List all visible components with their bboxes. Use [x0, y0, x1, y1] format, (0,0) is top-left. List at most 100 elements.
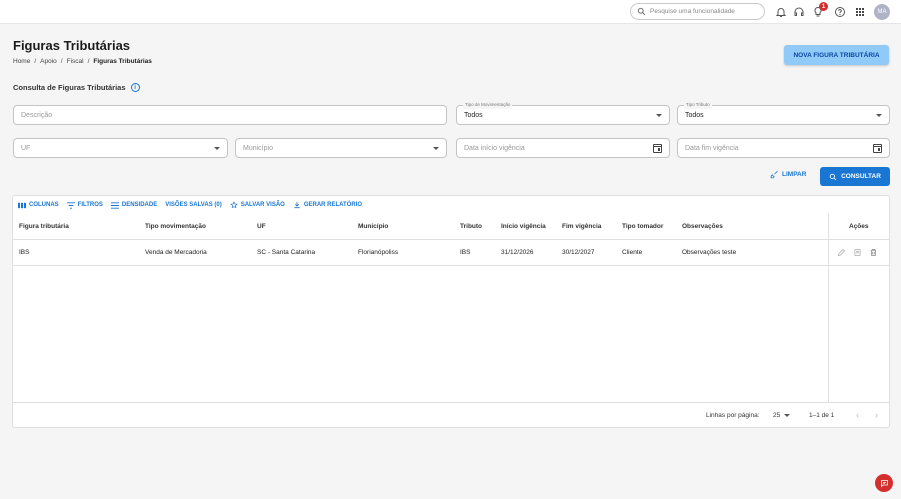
- top-bar: Pesquise uma funcionalidade 1 MA: [0, 0, 901, 24]
- saved-views-button[interactable]: VISÕES SALVAS (0): [165, 201, 221, 209]
- save-view-label: SALVAR VISÃO: [240, 202, 285, 208]
- description-input[interactable]: Descrição: [13, 105, 447, 125]
- density-label: DENSIDADE: [121, 202, 158, 208]
- cell-figura: IBS: [19, 249, 30, 256]
- table-row[interactable]: IBS Venda de Mercadoria SC - Santa Catar…: [13, 240, 889, 266]
- calendar-icon[interactable]: [873, 143, 882, 153]
- grid-header: Figura tributária Tipo movimentação UF M…: [13, 213, 889, 240]
- movement-type-label: Tipo de Movimentação: [463, 101, 513, 109]
- pagination: Linhas por página: 25 1–1 de 1 ‹ ›: [13, 402, 889, 428]
- filters-label: FILTROS: [77, 202, 103, 208]
- column-header-tributo[interactable]: Tributo: [460, 213, 482, 239]
- filters-button[interactable]: FILTROS: [66, 201, 103, 209]
- start-date-placeholder: Data início vigência: [464, 144, 525, 152]
- chevron-down-icon: [656, 113, 662, 117]
- info-icon[interactable]: i: [130, 83, 140, 92]
- search-icon: [829, 173, 837, 180]
- column-header-tipo-tomador[interactable]: Tipo tomador: [622, 213, 663, 239]
- bell-icon[interactable]: [774, 5, 788, 19]
- star-icon: [229, 201, 238, 209]
- cell-fim: 30/12/2027: [562, 249, 595, 256]
- page-title: Figuras Tributárias: [13, 38, 131, 53]
- cell-inicio: 31/12/2026: [501, 249, 534, 256]
- rows-per-page-select[interactable]: 25: [773, 412, 791, 419]
- saved-views-label: VISÕES SALVAS (0): [165, 202, 222, 208]
- generate-report-label: GERAR RELATÓRIO: [303, 202, 363, 208]
- chevron-left-icon[interactable]: ‹: [856, 410, 859, 420]
- tax-type-select[interactable]: Tipo Tributo Todos: [677, 101, 890, 125]
- cell-observacoes: Observações teste: [682, 249, 737, 256]
- uf-select[interactable]: UF: [13, 138, 228, 158]
- end-date-input[interactable]: Data fim vigência: [677, 138, 890, 158]
- breadcrumb-fiscal[interactable]: Fiscal: [67, 58, 84, 65]
- download-icon: [294, 202, 300, 209]
- cell-tributo: IBS: [460, 249, 471, 256]
- data-grid: COLUNAS FILTROS DENSIDADE VISÕES SALVAS …: [12, 195, 890, 428]
- chat-icon: [880, 479, 888, 487]
- grid-toolbar: COLUNAS FILTROS DENSIDADE VISÕES SALVAS …: [18, 201, 362, 209]
- broom-icon: [770, 170, 778, 179]
- column-header-fim[interactable]: Fim vigência: [562, 213, 601, 239]
- breadcrumb-apoio[interactable]: Apoio: [40, 58, 57, 65]
- chevron-right-icon[interactable]: ›: [875, 410, 878, 420]
- save-view-button[interactable]: SALVAR VISÃO: [229, 201, 285, 209]
- column-header-inicio[interactable]: Início vigência: [501, 213, 546, 239]
- breadcrumb-current: Figuras Tributárias: [93, 58, 152, 65]
- density-icon: [110, 201, 119, 209]
- chevron-down-icon: [433, 146, 439, 150]
- breadcrumb-home[interactable]: Home: [13, 58, 30, 65]
- municipio-select[interactable]: Município: [235, 138, 447, 158]
- consult-label: CONSULTAR: [841, 173, 881, 180]
- cell-tipo-tomador: Cliente: [622, 249, 643, 256]
- help-icon[interactable]: [833, 5, 847, 19]
- search-input[interactable]: Pesquise uma funcionalidade: [630, 3, 765, 20]
- filter-icon: [66, 201, 75, 209]
- column-header-uf[interactable]: UF: [257, 213, 266, 239]
- rows-per-page-value: 25: [773, 412, 781, 419]
- description-placeholder: Descrição: [21, 111, 53, 119]
- breadcrumb-separator: /: [60, 58, 63, 65]
- feedback-button[interactable]: [875, 474, 893, 492]
- calendar-icon[interactable]: [653, 143, 662, 153]
- movement-type-value: Todos: [464, 111, 483, 119]
- apps-grid-icon[interactable]: [853, 5, 867, 19]
- section-title-text: Consulta de Figuras Tributárias: [13, 83, 126, 92]
- rows-per-page-label: Linhas por página:: [706, 412, 760, 419]
- avatar[interactable]: MA: [874, 4, 890, 20]
- column-header-observacoes[interactable]: Observações: [682, 213, 723, 239]
- breadcrumb-separator: /: [34, 58, 37, 65]
- columns-icon: [18, 202, 26, 208]
- search-icon: [637, 7, 646, 16]
- cell-tipo-movimentacao: Venda de Mercadoria: [145, 249, 207, 256]
- density-button[interactable]: DENSIDADE: [110, 201, 158, 209]
- column-header-figura[interactable]: Figura tributária: [19, 213, 69, 239]
- clear-label: LIMPAR: [782, 171, 807, 178]
- clear-button[interactable]: LIMPAR: [770, 170, 806, 179]
- column-header-tipo-movimentacao[interactable]: Tipo movimentação: [145, 213, 206, 239]
- columns-button[interactable]: COLUNAS: [18, 201, 59, 209]
- uf-placeholder: UF: [21, 144, 31, 152]
- tax-type-label: Tipo Tributo: [684, 101, 712, 109]
- chevron-down-icon: [214, 146, 220, 150]
- actions-column: [828, 213, 889, 402]
- tax-type-value: Todos: [685, 111, 704, 119]
- notification-badge: 1: [819, 2, 828, 11]
- headset-icon[interactable]: [792, 5, 806, 19]
- new-tax-figure-button[interactable]: NOVA FIGURA TRIBUTÁRIA: [784, 45, 889, 65]
- section-title: Consulta de Figuras Tributárias i: [13, 83, 140, 92]
- movement-type-select[interactable]: Tipo de Movimentação Todos: [456, 101, 670, 125]
- column-header-municipio[interactable]: Município: [358, 213, 388, 239]
- end-date-placeholder: Data fim vigência: [685, 144, 739, 152]
- municipio-placeholder: Município: [243, 144, 273, 152]
- cell-uf: SC - Santa Catarina: [257, 249, 316, 256]
- start-date-input[interactable]: Data início vigência: [456, 138, 670, 158]
- lightbulb-icon[interactable]: 1: [811, 2, 828, 19]
- generate-report-button[interactable]: GERAR RELATÓRIO: [293, 201, 362, 209]
- breadcrumb-separator: /: [87, 58, 90, 65]
- page-range: 1–1 de 1: [809, 412, 835, 419]
- chevron-down-icon: [876, 113, 882, 117]
- chevron-down-icon: [784, 414, 791, 417]
- columns-label: COLUNAS: [29, 202, 59, 208]
- consult-button[interactable]: CONSULTAR: [820, 167, 890, 186]
- search-placeholder: Pesquise uma funcionalidade: [650, 8, 735, 15]
